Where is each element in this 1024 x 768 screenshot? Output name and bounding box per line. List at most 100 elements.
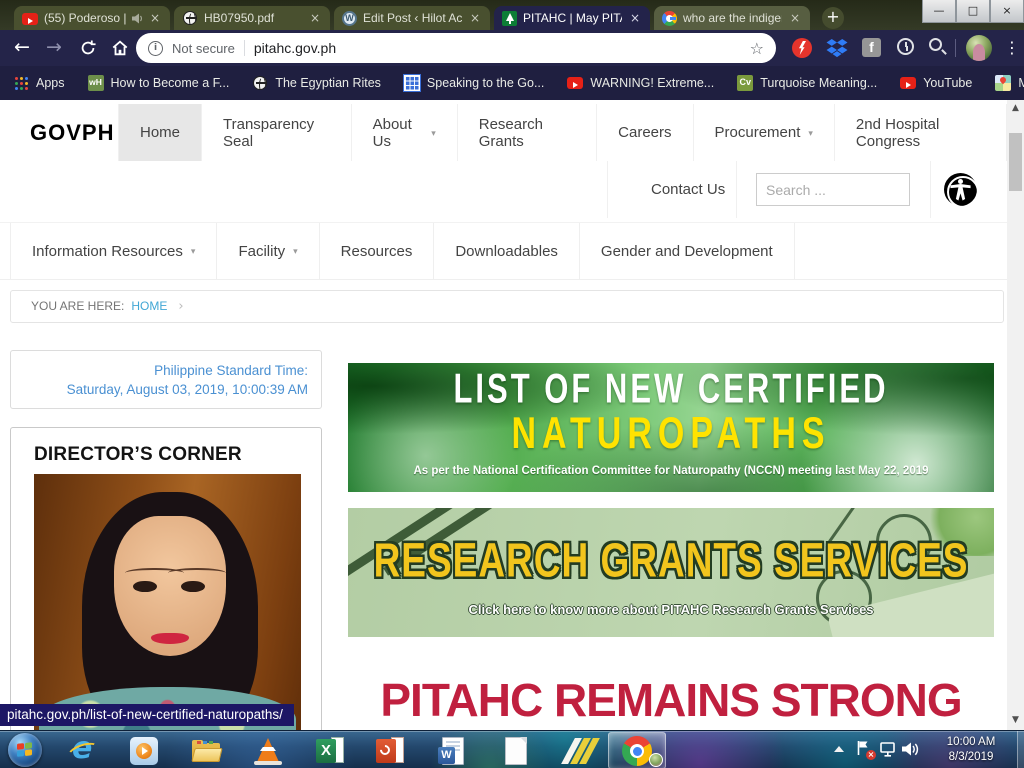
bookmark-item[interactable]: Speaking to the Go... [404, 75, 544, 91]
maximize-button[interactable]: □ [956, 0, 990, 23]
directors-corner-widget: DIRECTOR’S CORNER [10, 427, 322, 730]
nav-home[interactable]: Home [118, 104, 202, 161]
wikihow-icon: wH [88, 75, 104, 91]
word-icon[interactable]: W [436, 735, 468, 767]
nav-procurement[interactable]: Procurement▾ [694, 104, 835, 161]
nav-contact-us[interactable]: Contact Us [651, 161, 725, 218]
excel-icon[interactable]: X [314, 735, 346, 767]
bookmark-star-icon[interactable]: ☆ [750, 39, 764, 58]
address-divider [244, 40, 245, 56]
back-icon[interactable]: ← [8, 35, 36, 61]
forward-icon[interactable]: → [40, 35, 68, 61]
apps-grid-icon [15, 77, 28, 90]
banner-subtitle: Click here to know more about PITAHC Res… [348, 602, 994, 617]
chevron-down-icon: ▾ [808, 129, 813, 139]
history-clock-extension-icon[interactable] [897, 38, 914, 55]
cv-site-icon: Cv [737, 75, 753, 91]
chrome-menu-icon[interactable]: ⋮ [1004, 36, 1020, 60]
network-tray-icon[interactable] [880, 742, 897, 762]
tab-google-search[interactable]: who are the indigen × [654, 6, 810, 30]
bookmark-item[interactable]: Cv Turquoise Meaning... [737, 75, 877, 91]
naturopaths-banner[interactable]: LIST OF NEW CERTIFIED NATUROPATHS As per… [348, 363, 994, 492]
research-grants-banner[interactable]: RESEARCH GRANTS SERVICES Click here to k… [348, 508, 994, 637]
govph-logo[interactable]: GOVPH [30, 120, 114, 146]
breadcrumb-home-link[interactable]: HOME [131, 299, 167, 313]
close-icon[interactable]: × [308, 11, 322, 25]
file-explorer-icon[interactable] [190, 735, 222, 767]
tab-audio-icon[interactable] [132, 13, 144, 24]
close-icon[interactable]: × [468, 11, 482, 25]
close-icon[interactable]: × [148, 11, 162, 25]
minimize-button[interactable]: — [922, 0, 956, 23]
apps-shortcut[interactable]: Apps [14, 76, 65, 91]
new-tab-button[interactable]: + [822, 7, 844, 29]
tab-youtube[interactable]: (55) Poderoso | × [14, 6, 170, 30]
scroll-down-icon[interactable]: ▼ [1007, 715, 1024, 725]
facebook-extension-icon[interactable]: f [862, 38, 881, 57]
article-headline[interactable]: PITAHC REMAINS STRONG [348, 673, 994, 727]
search-extension-icon[interactable] [929, 38, 942, 51]
tab-pdf[interactable]: HB07950.pdf × [174, 6, 330, 30]
scrollbar-thumb[interactable] [1009, 133, 1022, 191]
windows-media-player-icon[interactable] [128, 735, 160, 767]
info-icon[interactable]: i [148, 41, 163, 56]
close-icon[interactable]: × [788, 11, 802, 25]
nav-information-resources[interactable]: Information Resources▾ [10, 223, 217, 279]
refresh-icon[interactable] [74, 35, 102, 61]
bookmark-item[interactable]: WARNING! Extreme... [567, 75, 714, 91]
search-input[interactable] [756, 173, 910, 206]
volume-tray-icon[interactable] [902, 742, 919, 762]
striped-app-icon[interactable] [562, 735, 594, 767]
document-icon[interactable] [500, 735, 532, 767]
chrome-taskbar-button[interactable] [608, 732, 666, 768]
url-text[interactable]: pitahc.gov.ph [254, 40, 741, 56]
nav-hospital-congress[interactable]: 2nd Hospital Congress [835, 104, 1007, 161]
taskbar-clock[interactable]: 10:00 AM 8/3/2019 [928, 735, 1014, 765]
bookmark-item[interactable]: The Egyptian Rites [252, 75, 381, 91]
address-bar[interactable]: i Not secure pitahc.gov.ph ☆ [136, 33, 776, 63]
home-icon[interactable] [106, 35, 134, 61]
youtube-icon [567, 77, 583, 89]
header-separator [736, 161, 737, 218]
banner-title-line1: LIST OF NEW CERTIFIED [348, 365, 994, 414]
clock-time: 10:00 AM [928, 735, 1014, 750]
action-center-flag-icon[interactable]: × [856, 740, 874, 758]
tray-expand-icon[interactable] [834, 746, 844, 752]
nav-downloadables[interactable]: Downloadables [434, 223, 580, 279]
profile-avatar[interactable] [966, 35, 992, 61]
dropbox-extension-icon[interactable] [826, 39, 848, 58]
nav-careers[interactable]: Careers [597, 104, 693, 161]
scroll-up-icon[interactable]: ▲ [1007, 103, 1024, 113]
powerpoint-icon[interactable] [374, 735, 406, 767]
nav-research-grants[interactable]: Research Grants [458, 104, 597, 161]
vlc-icon[interactable] [252, 735, 284, 767]
banner-title: RESEARCH GRANTS SERVICES [348, 534, 994, 589]
close-button[interactable]: × [990, 0, 1024, 23]
tab-pitahc-active[interactable]: PITAHC | May PITAH × [494, 6, 650, 30]
bookmark-item[interactable]: Maps [995, 75, 1024, 91]
nav-facility[interactable]: Facility▾ [217, 223, 319, 279]
close-icon[interactable]: × [628, 11, 642, 25]
header-separator [930, 161, 931, 218]
internet-explorer-icon[interactable]: e [68, 735, 100, 767]
bookmark-label: Turquoise Meaning... [760, 76, 877, 90]
nav-resources[interactable]: Resources [320, 223, 435, 279]
bookmark-item[interactable]: wH How to Become a F... [88, 75, 230, 91]
show-desktop-button[interactable] [1017, 731, 1024, 768]
start-button[interactable] [8, 733, 42, 767]
security-label[interactable]: Not secure [172, 41, 235, 56]
flash-blocker-extension-icon[interactable] [792, 38, 812, 58]
bookmark-label: How to Become a F... [111, 76, 230, 90]
vertical-scrollbar[interactable]: ▲ ▼ [1007, 100, 1024, 730]
secondary-nav: Information Resources▾ Facility▾ Resourc… [0, 222, 1007, 280]
windows-logo-icon [17, 742, 33, 758]
nav-about-us[interactable]: About Us▾ [352, 104, 458, 161]
accessibility-icon[interactable] [944, 173, 977, 206]
nav-gender-development[interactable]: Gender and Development [580, 223, 795, 279]
tab-wordpress[interactable]: W Edit Post ‹ Hilot Aca × [334, 6, 490, 30]
bookmark-item[interactable]: YouTube [900, 75, 972, 91]
youtube-icon [900, 77, 916, 89]
windows-taskbar: e X W × [0, 730, 1024, 768]
nav-transparency-seal[interactable]: Transparency Seal [202, 104, 352, 161]
director-photo[interactable] [34, 474, 301, 730]
